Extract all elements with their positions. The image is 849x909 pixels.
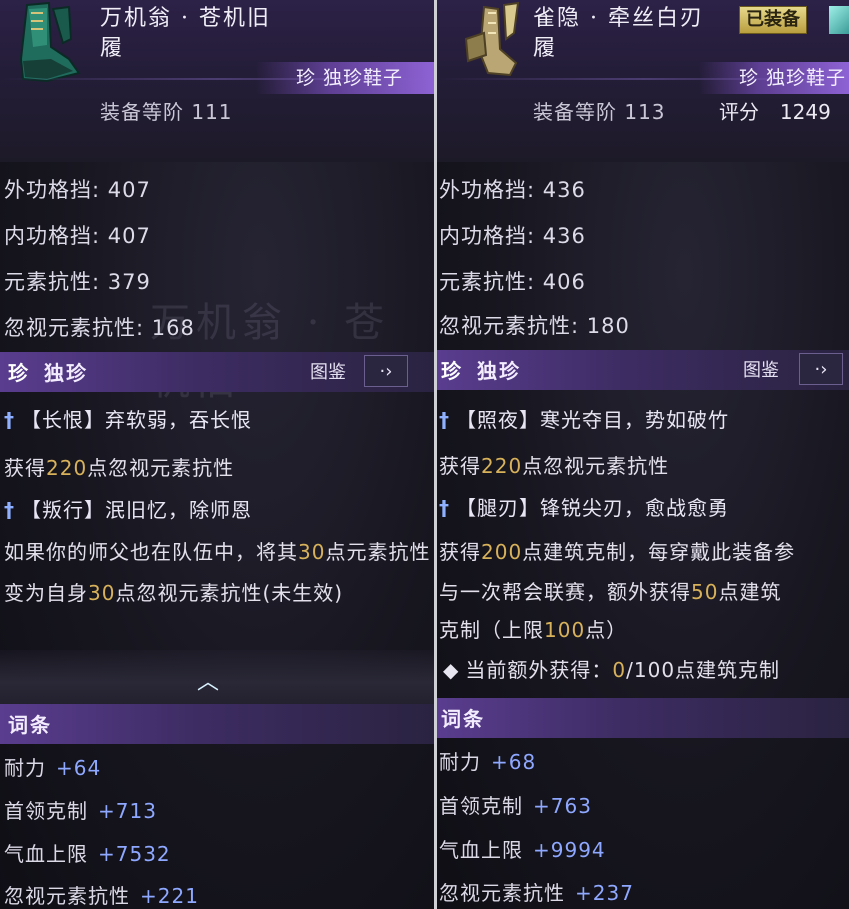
item-name: 万机翁 · 苍机旧 履 [100, 6, 271, 61]
rarity-gem-icon: 珍 [8, 361, 30, 385]
item-name: 雀隐 · 牵丝白刃 履 [533, 6, 704, 61]
equipped-badge: 已装备 [739, 6, 807, 34]
dagger-icon: † [4, 408, 15, 432]
section-title: 珍独珍 [8, 361, 88, 385]
collapse-toggle[interactable]: ︿ [0, 650, 434, 704]
unique-section-header: 珍独珍 图鉴 ·› [0, 352, 434, 392]
blade-boots-icon [451, 0, 537, 92]
effect-title: † 【长恨】弃软弱，吞长恨 [4, 408, 252, 432]
diamond-bullet-icon: ◆ [443, 658, 460, 682]
effect-desc-line: 克制（上限100点） [439, 618, 628, 642]
arrow-right-icon: ·› [379, 360, 393, 382]
effect-desc-line: 获得200点建筑克制，每穿戴此装备参 [439, 540, 796, 564]
rarity-tag: 珍 独珍鞋子 [699, 62, 849, 94]
stat-line: 忽视元素抗性: 168 [4, 316, 195, 340]
rarity-gem-icon: 珍 [441, 359, 463, 383]
stat-line: 元素抗性: 379 [4, 270, 151, 294]
stat-line: 内功格挡: 407 [4, 224, 151, 248]
section-title: 词条 [8, 713, 52, 737]
effect-title: † 【叛行】泯旧忆，除师恩 [4, 498, 252, 522]
attribute-row: 耐力 +64 [4, 756, 102, 780]
codex-button[interactable]: ·› [799, 353, 843, 385]
score: 评分 1249 [719, 100, 831, 124]
section-title: 珍独珍 [441, 359, 521, 383]
attribute-row: 气血上限 +7532 [4, 842, 171, 866]
unique-section-header: 珍独珍 图鉴 ·› [437, 350, 849, 390]
attributes-section-header: 词条 [0, 704, 434, 744]
item-tooltip-left: 万机翁 · 苍机旧 描述 ？？？ 万机翁 · 苍机旧 履 珍 独珍鞋子 装备等阶… [0, 0, 434, 909]
codex-label: 图鉴 [310, 362, 346, 383]
stat-line: 外功格挡: 407 [4, 178, 151, 202]
chevron-up-icon: ︿ [197, 670, 220, 695]
attribute-row: 忽视元素抗性 +237 [439, 881, 634, 905]
effect-desc: 如果你的师父也在队伍中，将其30点元素抗性变为自身30点忽视元素抗性(未生效) [4, 540, 431, 605]
item-tooltip-right: 雀隐 · 牵丝白刃 履 已装备 珍 独珍鞋子 装备等阶 113 评分 1249 … [437, 0, 849, 909]
dagger-icon: † [439, 408, 450, 432]
gear-level: 装备等阶 111 [100, 100, 233, 124]
section-title: 词条 [441, 707, 485, 731]
effect-desc: 获得220点忽视元素抗性 [439, 454, 670, 478]
rarity-tag: 珍 独珍鞋子 [256, 62, 434, 94]
codex-button[interactable]: ·› [364, 355, 408, 387]
gem-icon [829, 6, 849, 34]
stat-line: 内功格挡: 436 [439, 224, 586, 248]
effect-title: † 【腿刃】锋锐尖刃，愈战愈勇 [439, 496, 729, 520]
extra-progress: ◆ 当前额外获得：0/100点建筑克制 [443, 658, 781, 682]
boots-icon [4, 0, 90, 92]
dagger-icon: † [4, 498, 15, 522]
attribute-row: 首领克制 +713 [4, 799, 157, 823]
gear-level: 装备等阶 113 [533, 100, 666, 124]
attribute-row: 耐力 +68 [439, 750, 537, 774]
effect-title: † 【照夜】寒光夺目，势如破竹 [439, 408, 729, 432]
attribute-row: 首领克制 +763 [439, 794, 592, 818]
arrow-right-icon: ·› [814, 358, 828, 380]
effect-desc: 获得220点忽视元素抗性 [4, 456, 235, 480]
stat-line: 忽视元素抗性: 180 [439, 314, 630, 338]
codex-label: 图鉴 [743, 360, 779, 381]
attributes-section-header: 词条 [437, 698, 849, 738]
dagger-icon: † [439, 496, 450, 520]
attribute-row: 气血上限 +9994 [439, 838, 606, 862]
stat-line: 外功格挡: 436 [439, 178, 586, 202]
attribute-row: 忽视元素抗性 +221 [4, 884, 199, 908]
item-header: 雀隐 · 牵丝白刃 履 已装备 珍 独珍鞋子 装备等阶 113 评分 1249 [437, 0, 849, 162]
effect-desc-line: 与一次帮会联赛，额外获得50点建筑 [439, 580, 782, 604]
stat-line: 元素抗性: 406 [439, 270, 586, 294]
item-header: 万机翁 · 苍机旧 履 珍 独珍鞋子 装备等阶 111 [0, 0, 434, 162]
